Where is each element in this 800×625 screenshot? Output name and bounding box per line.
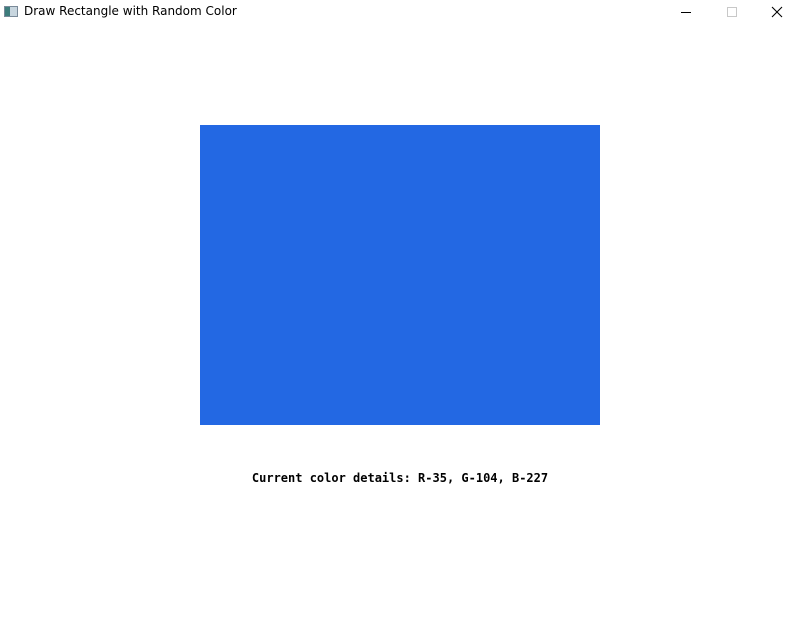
colored-rectangle <box>200 125 600 425</box>
app-window-icon[interactable] <box>4 6 18 17</box>
drawing-area[interactable]: Current color details: R-35, G-104, B-22… <box>0 24 800 625</box>
window-title: Draw Rectangle with Random Color <box>24 4 237 18</box>
maximize-icon <box>727 7 737 17</box>
close-button[interactable] <box>754 0 800 24</box>
minimize-button[interactable] <box>663 0 709 24</box>
minimize-icon <box>681 12 691 13</box>
color-details-text: Current color details: R-35, G-104, B-22… <box>251 471 549 485</box>
close-icon <box>771 6 783 18</box>
title-bar[interactable]: Draw Rectangle with Random Color <box>0 0 800 24</box>
app-window: Draw Rectangle with Random Color Current… <box>0 0 800 625</box>
maximize-button[interactable] <box>709 0 755 24</box>
